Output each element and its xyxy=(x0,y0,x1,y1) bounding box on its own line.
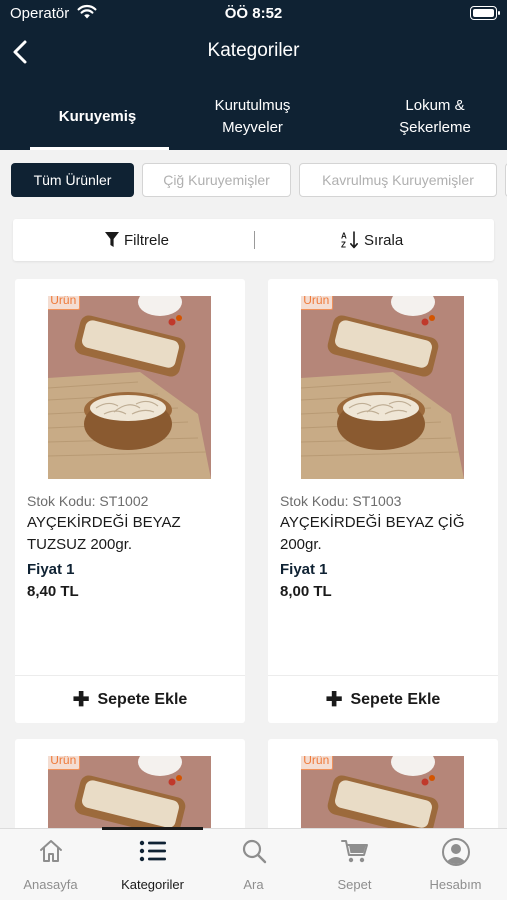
category-tabs: Kuruyemiş Kurutulmuş Meyveler Lokum & Şe… xyxy=(0,84,507,150)
cart-icon xyxy=(304,837,405,867)
new-product-badge: Yeni Ürün xyxy=(48,756,81,770)
product-price: 8,40 TL xyxy=(27,583,79,600)
add-to-cart-button[interactable]: ✚ Sepete Ekle xyxy=(268,676,498,723)
account-icon xyxy=(405,837,506,867)
tab-lokum-sekerleme[interactable]: Lokum & Şekerleme xyxy=(375,84,495,150)
clock: ÖÖ 8:52 xyxy=(224,5,283,22)
price-label: Fiyat 1 xyxy=(27,561,75,578)
tab-kurutulmus-meyveler[interactable]: Kurutulmuş Meyveler xyxy=(195,84,310,150)
add-to-cart-label: Sepete Ekle xyxy=(350,690,441,708)
product-image[interactable]: Yeni Ürün xyxy=(301,296,464,479)
toolbar-divider xyxy=(254,231,255,249)
app-header: Operatör ÖÖ 8:52 Kategoriler Kuruyemiş K… xyxy=(0,0,507,150)
svg-text:A: A xyxy=(341,232,347,241)
plus-icon: ✚ xyxy=(72,688,90,711)
status-bar: Operatör ÖÖ 8:52 xyxy=(0,0,507,28)
list-icon xyxy=(102,837,203,867)
nav-cart[interactable]: Sepet xyxy=(304,829,405,900)
nav-label: Hesabım xyxy=(429,877,482,892)
nav-label: Sepet xyxy=(337,877,372,892)
svg-text:Z: Z xyxy=(341,241,346,250)
tab-kuruyemis[interactable]: Kuruyemiş xyxy=(30,84,165,150)
product-image[interactable]: Yeni Ürün xyxy=(48,296,211,479)
active-tab-indicator xyxy=(30,147,169,150)
filter-sort-bar: Filtrele A Z Sırala xyxy=(13,219,494,261)
product-sku: Stok Kodu: ST1002 xyxy=(27,493,149,509)
search-icon xyxy=(203,837,304,867)
sort-label: Sırala xyxy=(364,231,404,249)
filter-label: Filtrele xyxy=(124,231,170,249)
plus-icon: ✚ xyxy=(325,688,343,711)
product-name: AYÇEKİRDEĞİ BEYAZ TUZSUZ 200gr. xyxy=(27,514,181,553)
new-product-badge: Yeni Ürün xyxy=(301,756,334,770)
home-icon xyxy=(0,837,101,867)
price-label: Fiyat 1 xyxy=(280,561,328,578)
product-price: 8,00 TL xyxy=(280,583,332,600)
new-product-badge: Yeni Ürün xyxy=(301,296,334,310)
product-card[interactable]: Yeni Ürün Stok Kodu: ST1003 AYÇEKİRDEĞİ … xyxy=(268,279,498,723)
chip-tum-urunler[interactable]: Tüm Ürünler xyxy=(11,163,134,197)
filter-icon xyxy=(105,232,119,247)
subcategory-chips: Tüm Ürünler Çiğ Kuruyemişler Kavrulmuş K… xyxy=(0,163,507,197)
nav-label: Anasayfa xyxy=(23,877,78,892)
add-to-cart-button[interactable]: ✚ Sepete Ekle xyxy=(15,676,245,723)
chip-kavrulmus-kuruyemisler[interactable]: Kavrulmuş Kuruyemişler xyxy=(299,163,497,197)
new-product-badge: Yeni Ürün xyxy=(48,296,81,310)
chip-cig-kuruyemisler[interactable]: Çiğ Kuruyemişler xyxy=(142,163,291,197)
nav-home[interactable]: Anasayfa xyxy=(0,829,101,900)
product-card[interactable]: Yeni Ürün Stok Kodu: ST1002 AYÇEKİRDEĞİ … xyxy=(15,279,245,723)
page-title: Kategoriler xyxy=(207,40,300,61)
filter-button[interactable]: Filtrele xyxy=(105,219,169,261)
product-name: AYÇEKİRDEĞİ BEYAZ ÇİĞ 200gr. xyxy=(280,514,465,553)
nav-label: Ara xyxy=(243,877,264,892)
nav-categories[interactable]: Kategoriler xyxy=(102,829,203,900)
sort-button[interactable]: A Z Sırala xyxy=(341,219,403,261)
product-sku: Stok Kodu: ST1003 xyxy=(280,493,402,509)
nav-search[interactable]: Ara xyxy=(203,829,304,900)
bottom-nav: Anasayfa Kategoriler Ara Sepet Hesabım xyxy=(0,827,507,900)
add-to-cart-label: Sepete Ekle xyxy=(97,690,188,708)
battery-icon xyxy=(470,6,500,20)
nav-account[interactable]: Hesabım xyxy=(405,829,506,900)
nav-label: Kategoriler xyxy=(121,877,184,892)
sort-icon: A Z xyxy=(341,231,358,250)
